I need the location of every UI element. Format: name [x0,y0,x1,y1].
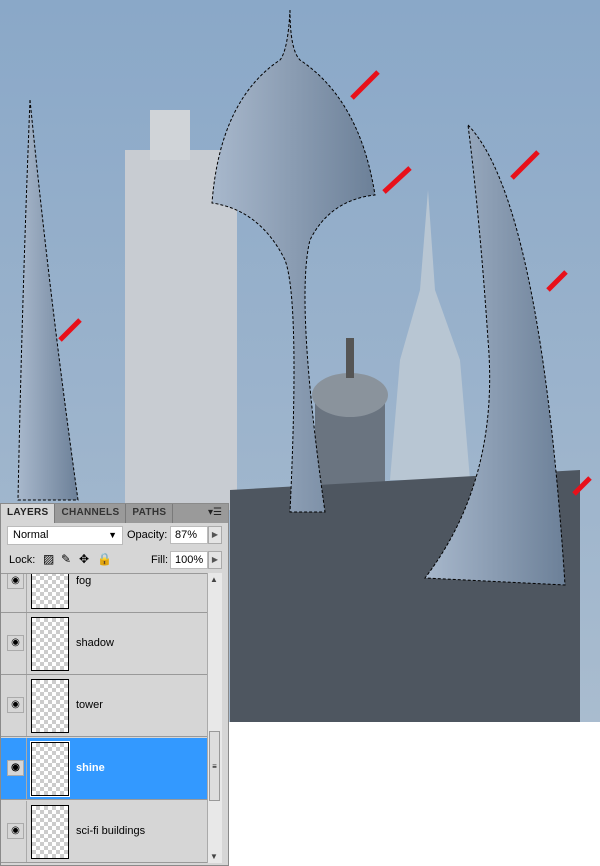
layer-name: shine [76,762,105,774]
layers-scrollbar[interactable]: ▲ ≡ ▼ [207,573,222,863]
layer-thumbnail [31,805,69,859]
fill-input[interactable]: 100% [170,551,208,569]
lock-transparency-icon[interactable]: ▨ [43,552,54,566]
layer-name: fog [76,575,92,587]
chevron-down-icon: ▼ [108,530,117,540]
lock-label: Lock: [9,554,36,566]
panel-menu-icon[interactable]: ▾☰ [208,507,222,518]
layer-thumbnail [31,574,69,609]
layer-tower[interactable]: ◉ tower [1,675,208,737]
eye-icon[interactable]: ◉ [7,635,24,651]
tab-channels[interactable]: CHANNELS [55,504,127,523]
panel-tabs: LAYERS CHANNELS PATHS ▾☰ [1,504,228,523]
lock-brush-icon[interactable]: ✎ [61,552,71,566]
tab-layers[interactable]: LAYERS [1,504,56,523]
layers-panel: LAYERS CHANNELS PATHS ▾☰ Normal ▼ Opacity… [0,503,229,866]
lock-all-icon[interactable]: 🔒 [97,552,112,566]
layer-name: shadow [76,637,114,649]
eye-icon[interactable]: ◉ [7,574,24,589]
scroll-down-icon[interactable]: ▼ [210,852,218,861]
fill-label: Fill: [151,554,169,566]
blend-mode-value: Normal [13,529,49,541]
layer-fog[interactable]: ◉ fog [1,574,208,613]
scroll-up-icon[interactable]: ▲ [210,575,218,584]
layer-sci-fi-buildings[interactable]: ◉ sci-fi buildings [1,801,208,863]
layer-name: sci-fi buildings [76,825,146,837]
scrollbar-thumb[interactable]: ≡ [209,731,220,801]
eye-icon[interactable]: ◉ [7,760,24,776]
layer-shadow[interactable]: ◉ shadow [1,613,208,675]
blend-mode-select[interactable]: Normal ▼ [7,526,123,545]
layer-shine[interactable]: ◉ shine [1,738,208,800]
lock-move-icon[interactable]: ✥ [79,552,89,566]
layer-name: tower [76,699,103,711]
opacity-input[interactable]: 87% [170,526,208,544]
layer-thumbnail [31,679,69,733]
fill-slider-button[interactable]: ▶ [208,551,222,569]
tab-paths[interactable]: PATHS [126,504,174,523]
layer-thumbnail [31,617,69,671]
eye-icon[interactable]: ◉ [7,697,24,713]
eye-icon[interactable]: ◉ [7,823,24,839]
opacity-slider-button[interactable]: ▶ [208,526,222,544]
opacity-label: Opacity: [127,529,168,541]
layer-thumbnail [30,741,70,797]
layers-list: ◉ fog ◉ shadow ◉ tower ◉ shine ◉ sci-fi build… [1,573,208,865]
